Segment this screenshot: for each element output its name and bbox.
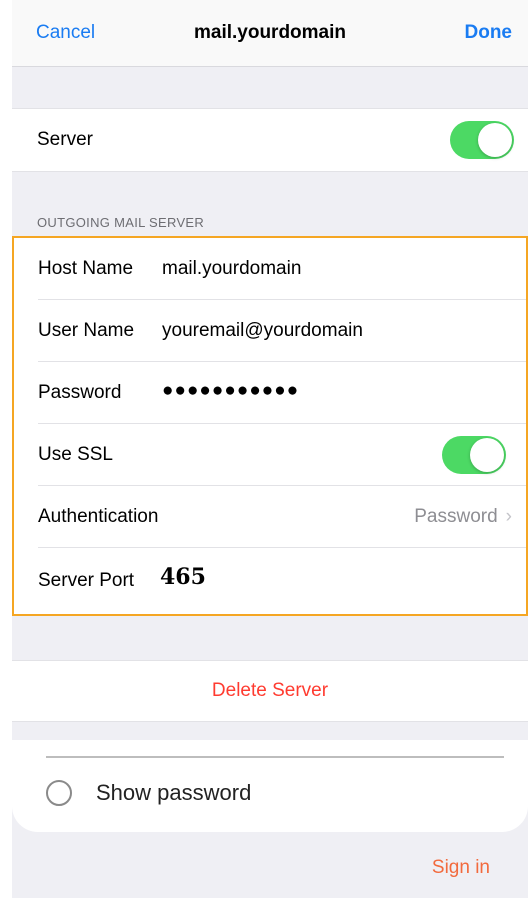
- show-password-checkbox[interactable]: [46, 780, 72, 806]
- host-name-label: Host Name: [38, 258, 134, 279]
- server-port-row[interactable]: Server Port 465: [14, 548, 526, 610]
- host-name-field[interactable]: mail.yourdomain: [162, 258, 301, 280]
- chevron-right-icon: ›: [505, 506, 512, 527]
- outgoing-server-group: Host Name mail.yourdomain User Name your…: [12, 236, 528, 616]
- server-port-field[interactable]: 465: [160, 564, 206, 590]
- host-name-row[interactable]: Host Name mail.yourdomain: [14, 238, 526, 300]
- server-toggle-row: Server: [12, 108, 528, 172]
- user-name-label: User Name: [38, 320, 135, 341]
- use-ssl-label: Use SSL: [38, 444, 113, 465]
- server-toggle[interactable]: [450, 121, 514, 159]
- authentication-label: Authentication: [38, 506, 159, 527]
- nav-bar: Cancel mail.yourdomain Done: [12, 0, 528, 67]
- input-underline: [46, 756, 504, 758]
- password-label: Password: [38, 382, 122, 403]
- outgoing-section-header: OUTGOING MAIL SERVER: [37, 215, 205, 230]
- toggle-knob: [478, 123, 512, 157]
- delete-server-button[interactable]: Delete Server: [12, 680, 528, 702]
- user-name-row[interactable]: User Name youremail@yourdomain: [14, 300, 526, 362]
- page-title: mail.yourdomain: [193, 22, 347, 43]
- user-name-field[interactable]: youremail@yourdomain: [162, 320, 363, 342]
- show-password-label: Show password: [96, 780, 252, 805]
- toggle-knob: [470, 438, 504, 472]
- show-password-card: Show password: [12, 740, 528, 832]
- authentication-row[interactable]: Authentication Password ›: [14, 486, 526, 548]
- authentication-value-text: Password: [414, 506, 498, 527]
- use-ssl-row: Use SSL: [14, 424, 526, 486]
- authentication-value: Password ›: [414, 506, 512, 528]
- password-field[interactable]: ●●●●●●●●●●●: [162, 380, 299, 402]
- mail-settings-screen: Cancel mail.yourdomain Done Server OUTGO…: [12, 0, 528, 898]
- delete-server-row[interactable]: Delete Server: [12, 660, 528, 722]
- server-port-label: Server Port: [38, 570, 135, 591]
- password-row[interactable]: Password ●●●●●●●●●●●: [14, 362, 526, 424]
- done-button[interactable]: Done: [465, 22, 513, 44]
- server-label: Server: [37, 129, 93, 150]
- use-ssl-toggle[interactable]: [442, 436, 506, 474]
- sign-in-button[interactable]: Sign in: [432, 857, 490, 879]
